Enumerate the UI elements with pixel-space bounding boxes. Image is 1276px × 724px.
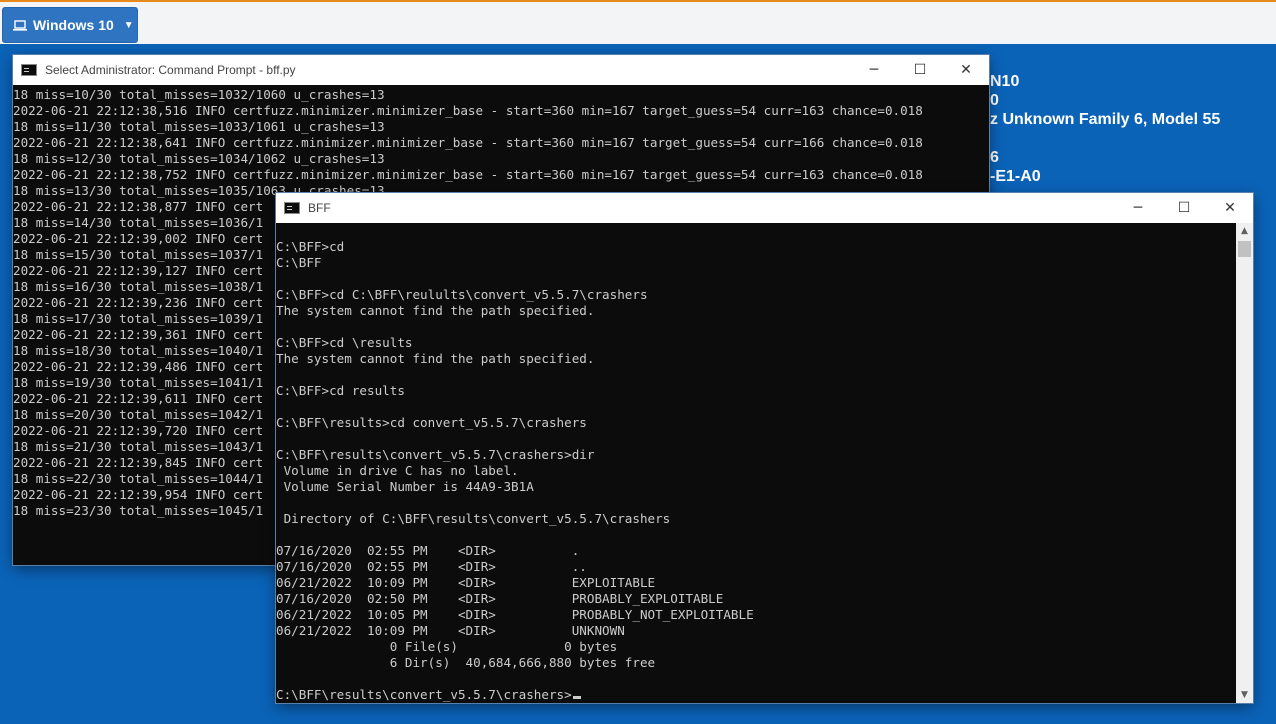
bff-console-line	[276, 223, 1236, 239]
vertical-scrollbar[interactable]: ▲ ▼	[1236, 223, 1253, 703]
close-button[interactable]: ✕	[943, 55, 989, 85]
maximize-button[interactable]: ☐	[1161, 193, 1207, 223]
bff-console-line: Volume Serial Number is 44A9-3B1A	[276, 479, 534, 494]
bff-console-line: 07/16/2020 02:50 PM <DIR> PROBABLY_EXPLO…	[276, 591, 724, 606]
bff-prompt-line[interactable]: C:\BFF\results\convert_v5.5.7\crashers>	[276, 687, 1236, 703]
bff-console-output[interactable]: C:\BFF>cd C:\BFF C:\BFF>cd C:\BFF\reulult…	[276, 223, 1236, 703]
bff-console-line: C:\BFF>cd \results	[276, 335, 413, 350]
bff-console-line: C:\BFF>cd	[276, 239, 345, 254]
cmd-console-line: 18 miss=12/30 total_misses=1034/1062 u_c…	[13, 151, 385, 166]
bff-console-line: 07/16/2020 02:55 PM <DIR> ..	[276, 559, 587, 574]
bff-console-line	[276, 271, 1236, 287]
bff-console-line: C:\BFF>cd C:\BFF\reulults\convert_v5.5.7…	[276, 287, 648, 302]
bff-console-line	[276, 527, 1236, 543]
vm-selector-label: Windows 10	[33, 17, 114, 33]
bff-console-line: The system cannot find the path specifie…	[276, 303, 595, 318]
maximize-button[interactable]: ☐	[897, 55, 943, 85]
console-icon	[21, 64, 37, 76]
cmd-console-line: 18 miss=11/30 total_misses=1033/1061 u_c…	[13, 119, 385, 134]
scroll-down-arrow-icon[interactable]: ▼	[1236, 687, 1253, 703]
bff-console-line: 06/21/2022 10:05 PM <DIR> PROBABLY_NOT_E…	[276, 607, 754, 622]
bginfo-line-4: 6	[990, 149, 999, 166]
bginfo-line-5: -E1-A0	[990, 168, 1041, 185]
console-icon	[284, 202, 300, 214]
vm-selector-button[interactable]: Windows 10 ▼	[2, 7, 138, 43]
bff-titlebar[interactable]: BFF ─ ☐ ✕	[276, 193, 1253, 223]
scrollbar-thumb[interactable]	[1238, 241, 1251, 257]
bff-console-line	[276, 319, 1236, 335]
bginfo-line-1: N10	[990, 73, 1020, 90]
bff-console-line	[276, 495, 1236, 511]
bginfo-line-2: 0	[990, 92, 999, 109]
bff-console-line	[276, 399, 1236, 415]
cmd-titlebar[interactable]: Select Administrator: Command Prompt - b…	[13, 55, 989, 85]
cmd-console-line: 2022-06-21 22:12:38,516 INFO certfuzz.mi…	[13, 103, 923, 118]
cmd-console-line: 2022-06-21 22:12:38,641 INFO certfuzz.mi…	[13, 135, 923, 150]
bff-window[interactable]: BFF ─ ☐ ✕ C:\BFF>cd C:\BFF C:\BFF>cd C:\B…	[276, 193, 1253, 703]
bff-prompt-text: C:\BFF\results\convert_v5.5.7\crashers>	[276, 687, 572, 702]
bff-console-line: Volume in drive C has no label.	[276, 463, 519, 478]
bff-console-line: 07/16/2020 02:55 PM <DIR> .	[276, 543, 580, 558]
bff-console-line	[276, 367, 1236, 383]
bff-console-line: The system cannot find the path specifie…	[276, 351, 595, 366]
cmd-console-line: 2022-06-21 22:12:38,752 INFO certfuzz.mi…	[13, 167, 923, 182]
bff-console-line: 06/21/2022 10:09 PM <DIR> UNKNOWN	[276, 623, 625, 638]
bff-console-line	[276, 431, 1236, 447]
text-cursor	[572, 696, 581, 699]
minimize-button[interactable]: ─	[1115, 193, 1161, 223]
bff-console-line: Directory of C:\BFF\results\convert_v5.5…	[276, 511, 671, 526]
laptop-icon	[13, 19, 27, 31]
minimize-button[interactable]: ─	[851, 55, 897, 85]
bff-console-line: 06/21/2022 10:09 PM <DIR> EXPLOITABLE	[276, 575, 656, 590]
scroll-up-arrow-icon[interactable]: ▲	[1236, 223, 1253, 239]
bff-console-line: 0 File(s) 0 bytes	[276, 639, 618, 654]
cmd-console-line: 18 miss=10/30 total_misses=1032/1060 u_c…	[13, 87, 385, 102]
bginfo-line-3: z Unknown Family 6, Model 55	[990, 111, 1221, 128]
bff-console-line	[276, 671, 1236, 687]
bff-window-title: BFF	[308, 201, 331, 215]
bff-console-line: 6 Dir(s) 40,684,666,880 bytes free	[276, 655, 656, 670]
vm-toolbar: Windows 10 ▼	[0, 0, 1276, 44]
bff-console-line: C:\BFF	[276, 255, 322, 270]
chevron-down-icon: ▼	[123, 19, 134, 31]
cmd-window-title: Select Administrator: Command Prompt - b…	[45, 63, 296, 77]
bff-console-line: C:\BFF>cd results	[276, 383, 405, 398]
close-button[interactable]: ✕	[1207, 193, 1253, 223]
bff-console-line: C:\BFF\results\convert_v5.5.7\crashers>d…	[276, 447, 595, 462]
bff-console-line: C:\BFF\results>cd convert_v5.5.7\crasher…	[276, 415, 587, 430]
